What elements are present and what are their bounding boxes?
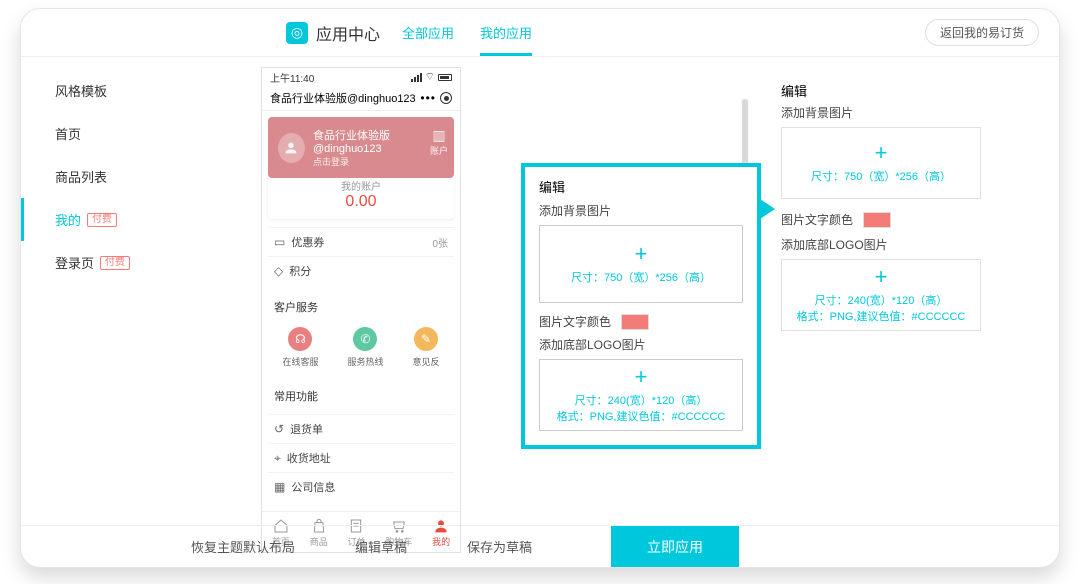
- apply-button[interactable]: 立即应用: [611, 526, 739, 568]
- pay-badge: 付费: [100, 256, 130, 270]
- right-logo-label: 添加底部LOGO图片: [781, 236, 981, 253]
- save-draft-button[interactable]: 保存为草稿: [437, 537, 562, 556]
- account-card[interactable]: 我的账户 0.00: [268, 172, 454, 219]
- hero-right-icon: ▥ 账户: [430, 127, 448, 157]
- right-bg-label: 添加背景图片: [781, 104, 981, 121]
- plus-icon: +: [635, 243, 648, 265]
- sidebar-item-home[interactable]: 首页: [21, 112, 261, 155]
- text-color-label: 图片文字颜色: [539, 313, 611, 330]
- headset-icon: ☊: [288, 327, 312, 351]
- location-icon: ⌖: [274, 451, 281, 466]
- service-row: ☊在线客服 ✆服务热线 ✎意见反: [268, 321, 454, 374]
- battery-icon: [438, 74, 452, 81]
- logo-label: 添加底部LOGO图片: [539, 336, 743, 353]
- brand-title: 应用中心: [316, 21, 380, 45]
- hero-card[interactable]: 食品行业体验版@dinghuo123 点击登录 ▥ 账户: [268, 117, 454, 178]
- right-upload-logo[interactable]: + 尺寸：240(宽）*120（高） 格式：PNG,建议色值：#CCCCCC: [781, 259, 981, 331]
- service-title: 客户服务: [268, 293, 454, 317]
- return-icon: ↺: [274, 422, 284, 436]
- coupon-icon: ▭: [274, 235, 285, 249]
- right-text-color-label: 图片文字颜色: [781, 211, 853, 228]
- color-swatch[interactable]: [621, 314, 649, 330]
- message-icon: ✎: [414, 327, 438, 351]
- pay-badge: 付费: [87, 213, 117, 227]
- edit-draft-button[interactable]: 编辑草稿: [325, 537, 437, 556]
- restore-layout-button[interactable]: 恢复主题默认布局: [161, 537, 325, 556]
- plus-icon: +: [875, 266, 888, 288]
- account-amount: 0.00: [268, 193, 454, 211]
- brand-icon: ◎: [286, 22, 308, 44]
- callout-title: 编辑: [539, 177, 743, 196]
- brand: ◎ 应用中心: [286, 21, 380, 45]
- plus-icon: +: [635, 366, 648, 388]
- wifi-icon: ⌔: [425, 70, 435, 84]
- sidebar-item-style-template[interactable]: 风格模板: [21, 69, 261, 112]
- more-icon[interactable]: •••: [420, 91, 436, 105]
- common-title: 常用功能: [268, 382, 454, 406]
- tab-all-apps[interactable]: 全部应用: [402, 9, 454, 56]
- svc-hotline[interactable]: ✆服务热线: [347, 327, 383, 368]
- row-address[interactable]: ⌖收货地址: [268, 443, 454, 472]
- signal-icon: [411, 73, 422, 82]
- top-bar: ◎ 应用中心 全部应用 我的应用 返回我的易订货: [21, 9, 1059, 57]
- left-sidebar: 风格模板 首页 商品列表 我的付费 登录页付费: [21, 57, 261, 525]
- svc-feedback[interactable]: ✎意见反: [412, 327, 439, 368]
- phone-icon: ✆: [353, 327, 377, 351]
- row-coupon[interactable]: ▭优惠券 0张: [268, 227, 454, 256]
- svc-online[interactable]: ☊在线客服: [282, 327, 318, 368]
- row-company[interactable]: ▦公司信息: [268, 472, 454, 501]
- phone-status-bar: 上午11:40 ⌔: [262, 68, 460, 86]
- sidebar-item-mine[interactable]: 我的付费: [21, 198, 261, 241]
- back-to-dinghuo-button[interactable]: 返回我的易订货: [925, 19, 1039, 46]
- row-returns[interactable]: ↺退货单: [268, 414, 454, 443]
- upload-bg-box[interactable]: + 尺寸：750（宽）*256（高）: [539, 225, 743, 303]
- bottom-bar: 恢复主题默认布局 编辑草稿 保存为草稿 立即应用: [21, 525, 1059, 567]
- avatar-icon: [278, 133, 305, 163]
- sidebar-item-login[interactable]: 登录页付费: [21, 241, 261, 284]
- tab-my-apps[interactable]: 我的应用: [480, 9, 532, 56]
- right-color-swatch[interactable]: [863, 212, 891, 228]
- plus-icon: +: [875, 142, 888, 164]
- sidebar-item-product-list[interactable]: 商品列表: [21, 155, 261, 198]
- bg-label: 添加背景图片: [539, 202, 743, 219]
- points-icon: ◇: [274, 264, 283, 278]
- row-points[interactable]: ◇积分: [268, 256, 454, 285]
- right-title: 编辑: [781, 81, 981, 100]
- phone-title-bar: 食品行业体验版@dinghuo123 •••: [262, 86, 460, 111]
- upload-logo-box[interactable]: + 尺寸：240(宽）*120（高） 格式：PNG,建议色值：#CCCCCC: [539, 359, 743, 431]
- right-upload-bg[interactable]: + 尺寸：750（宽）*256（高）: [781, 127, 981, 199]
- target-icon[interactable]: [440, 92, 452, 104]
- edit-callout: 编辑 添加背景图片 + 尺寸：750（宽）*256（高） 图片文字颜色 添加底部…: [521, 163, 761, 449]
- phone-preview: 上午11:40 ⌔ 食品行业体验版@dinghuo123 •••: [261, 57, 491, 525]
- right-edit-panel: 编辑 添加背景图片 + 尺寸：750（宽）*256（高） 图片文字颜色 添加底部…: [781, 81, 981, 331]
- building-icon: ▦: [274, 480, 285, 494]
